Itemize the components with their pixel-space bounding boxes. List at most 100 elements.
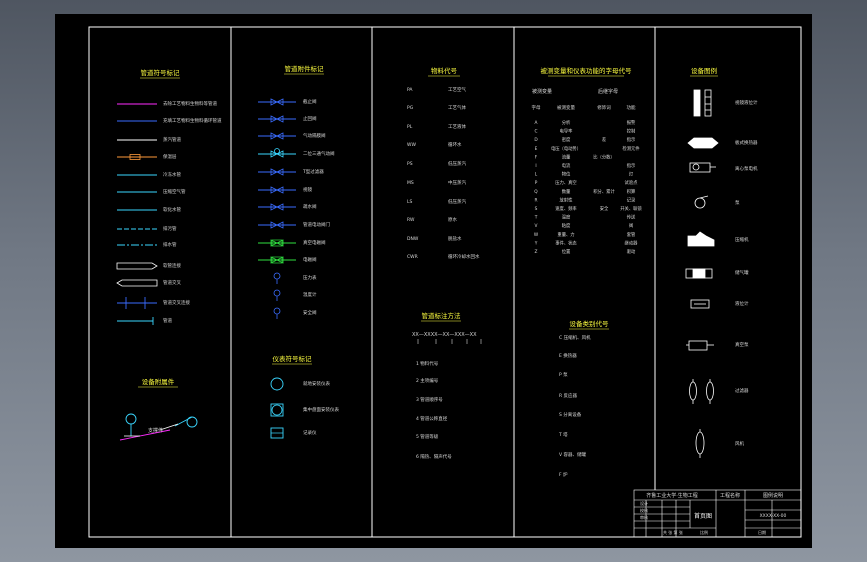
annotation-note: 2 主项编号 <box>416 377 439 384</box>
material-code: PG <box>407 105 414 111</box>
support-diagram-label: 支撑件 <box>148 427 163 434</box>
table-cell: 试验点 <box>625 179 639 186</box>
table-cell: 位置 <box>562 248 571 255</box>
table-cell: E <box>535 146 538 152</box>
annotation-note: 5 管道等级 <box>416 433 439 440</box>
table-cell: 控制 <box>627 128 636 135</box>
col2-item-label: 温度计 <box>303 291 317 298</box>
table-cell: 检测元件 <box>622 145 640 152</box>
table-cell: 比（分数） <box>593 153 614 160</box>
col1-item-label: 排污管 <box>163 225 177 232</box>
col2-title2: 仪表符号标记 <box>273 354 313 363</box>
material-code: WW <box>407 142 416 148</box>
table-cell: 驱动 <box>627 248 636 255</box>
table-header: 被测变量 <box>557 104 575 111</box>
table-header: 修饰词 <box>597 104 611 111</box>
col4-sub1: 被测变量 <box>532 88 552 95</box>
material-code: PS <box>407 161 413 167</box>
equipment-label: 板式换热器 <box>735 139 758 146</box>
col5-title: 设备图例 <box>691 66 717 75</box>
table-cell: I <box>535 163 536 169</box>
table-cell: 粘度 <box>562 222 571 229</box>
table-cell: 放射性 <box>560 196 574 203</box>
equipment-category: S 分离设备 <box>559 411 582 418</box>
col2-item-label: 安全阀 <box>303 309 317 316</box>
material-name: 循环冷却水回水 <box>448 253 480 260</box>
equipment-label: 真空泵 <box>735 341 749 348</box>
table-cell: A <box>535 120 538 126</box>
tb-code: XXXX-XX-00 <box>760 513 787 519</box>
table-cell: P <box>535 180 538 186</box>
tb-project: 工程名称 <box>720 492 740 499</box>
table-cell: 事件、状态 <box>555 239 577 246</box>
col2-item-label: 电磁阀 <box>303 256 317 263</box>
table-cell: 电导率 <box>560 128 574 135</box>
equipment-category: C 压缩机、风机 <box>559 334 591 341</box>
table-cell: Z <box>535 249 538 255</box>
annotation-note: 3 管道顺序号 <box>416 396 443 403</box>
tb-check: 校核 <box>640 507 648 513</box>
table-cell: 传送 <box>627 214 636 221</box>
col2-instrument-label: 就地安装仪表 <box>303 380 330 387</box>
col1-item-label: 充填工艺物料生物料循环管道 <box>163 117 222 124</box>
material-name: 工艺气体 <box>448 104 466 111</box>
table-cell: 压力、真空 <box>555 179 576 186</box>
col4-title2: 设备类别代号 <box>570 319 610 328</box>
table-cell: 套管 <box>627 231 636 238</box>
annotation-note: 1 物料代号 <box>416 360 439 367</box>
col2-item-label: T型过滤器 <box>302 168 324 175</box>
table-cell: 温度 <box>562 214 571 221</box>
equipment-category: P 泵 <box>559 372 568 378</box>
table-cell: Y <box>534 240 538 246</box>
col1-title2: 设备附属件 <box>142 377 175 386</box>
table-cell: 数量 <box>562 188 571 195</box>
table-cell: 指示 <box>627 162 636 169</box>
col1-item-label: 蒸汽管道 <box>163 136 181 143</box>
col2-item-label: 疏水阀 <box>303 203 317 210</box>
table-cell: 积算 <box>627 188 636 195</box>
col1-item-label: 冷冻水管 <box>163 171 181 178</box>
material-name: 工艺液体 <box>448 123 466 130</box>
equipment-label: 泵 <box>735 200 740 206</box>
table-cell: 重量、力 <box>557 231 574 238</box>
table-cell: 密度 <box>562 136 571 143</box>
equipment-label: 风机 <box>735 440 744 447</box>
tb-approve: 审核 <box>640 514 648 520</box>
table-cell: S <box>535 206 538 212</box>
equipment-label: 储气罐 <box>735 269 749 276</box>
table-cell: 阀 <box>629 222 633 229</box>
table-cell: 物位 <box>562 171 571 178</box>
col1-title: 管道符号标记 <box>141 68 181 77</box>
material-name: 原水 <box>448 216 457 223</box>
table-cell: R <box>535 197 538 203</box>
col2-instrument-label: 集中盘面安装仪表 <box>303 406 339 413</box>
col2-item-label: 截止阀 <box>303 98 317 105</box>
table-cell: 电压（电动势） <box>551 145 581 152</box>
col2-item-label: 压力表 <box>303 274 317 281</box>
material-name: 低压蒸汽 <box>448 160 466 167</box>
equipment-label: 离心泵电机 <box>735 165 758 172</box>
material-name: 中压蒸汽 <box>448 179 466 186</box>
table-cell: 流量 <box>562 153 571 160</box>
col1-item-label: 软管连接 <box>163 262 181 269</box>
tb-date: 日期 <box>758 529 766 535</box>
equipment-category: V 容器、储罐 <box>559 451 587 458</box>
col2-item-label: 气动隔膜阀 <box>303 132 326 139</box>
tb-sheets: 共 张 第 张 <box>663 529 683 535</box>
table-cell: V <box>535 223 538 229</box>
table-cell: 指示 <box>627 136 636 143</box>
equipment-category: F 炉 <box>559 471 568 478</box>
equipment-label: 过滤器 <box>735 387 749 394</box>
equipment-label: 液位计 <box>735 300 749 307</box>
material-code: RW <box>407 217 415 223</box>
equipment-category: E 换热器 <box>559 352 577 359</box>
material-code: PA <box>407 87 413 93</box>
tb-school: 齐鲁工业大学·生物工程 <box>646 492 698 499</box>
tb-scale: 比例 <box>700 529 708 535</box>
annotation-note: 6 隔热、隔声代号 <box>416 453 452 460</box>
material-code: MS <box>407 180 414 186</box>
material-name: 循环水 <box>448 141 462 148</box>
drawing-canvas[interactable]: 管道符号标记 去除工艺物料生物料等管道充填工艺物料生物料循环管道蒸汽管道保温层冷… <box>0 0 867 562</box>
table-cell: 安全 <box>600 205 609 212</box>
col1-item-label: 软化水管 <box>163 206 181 213</box>
